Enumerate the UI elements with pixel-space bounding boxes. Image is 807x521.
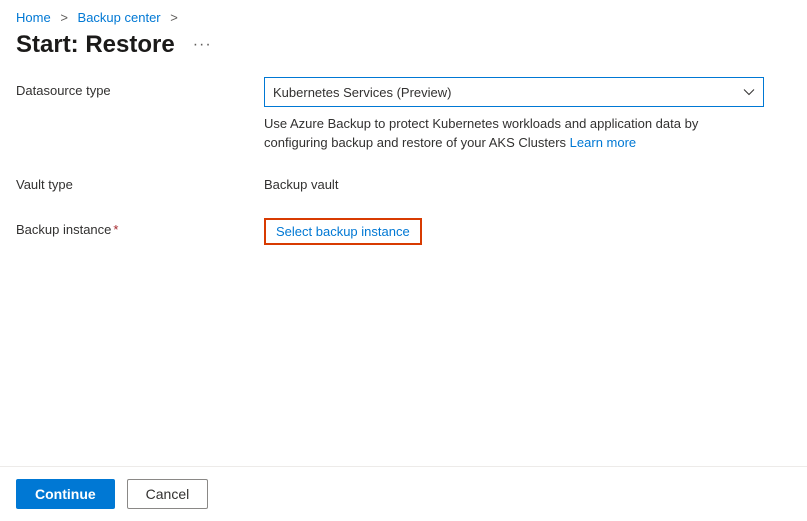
backup-instance-label: Backup instance* [16,216,264,237]
chevron-down-icon [743,86,755,98]
form-area: Datasource type Kubernetes Services (Pre… [0,77,807,245]
datasource-type-select[interactable]: Kubernetes Services (Preview) [264,77,764,107]
datasource-type-row: Datasource type Kubernetes Services (Pre… [16,77,791,153]
vault-type-row: Vault type Backup vault [16,171,791,192]
breadcrumb-home[interactable]: Home [16,10,51,25]
page-title: Start: Restore [16,31,175,59]
datasource-type-label: Datasource type [16,77,264,98]
chevron-right-icon: > [60,10,68,25]
breadcrumb: Home > Backup center > [0,0,807,29]
breadcrumb-backup-center[interactable]: Backup center [78,10,161,25]
continue-button[interactable]: Continue [16,479,115,509]
select-backup-instance-highlight: Select backup instance [264,218,422,245]
datasource-help-text: Use Azure Backup to protect Kubernetes w… [264,115,764,153]
page-header: Start: Restore ··· [0,29,807,77]
required-indicator: * [113,222,118,237]
select-backup-instance-link[interactable]: Select backup instance [276,224,410,239]
more-icon[interactable]: ··· [193,36,212,54]
vault-type-value: Backup vault [264,171,764,192]
learn-more-link[interactable]: Learn more [570,135,636,150]
backup-instance-row: Backup instance* Select backup instance [16,216,791,245]
vault-type-label: Vault type [16,171,264,192]
datasource-type-value: Kubernetes Services (Preview) [273,85,451,100]
chevron-right-icon: > [170,10,178,25]
footer: Continue Cancel [0,466,807,521]
cancel-button[interactable]: Cancel [127,479,209,509]
